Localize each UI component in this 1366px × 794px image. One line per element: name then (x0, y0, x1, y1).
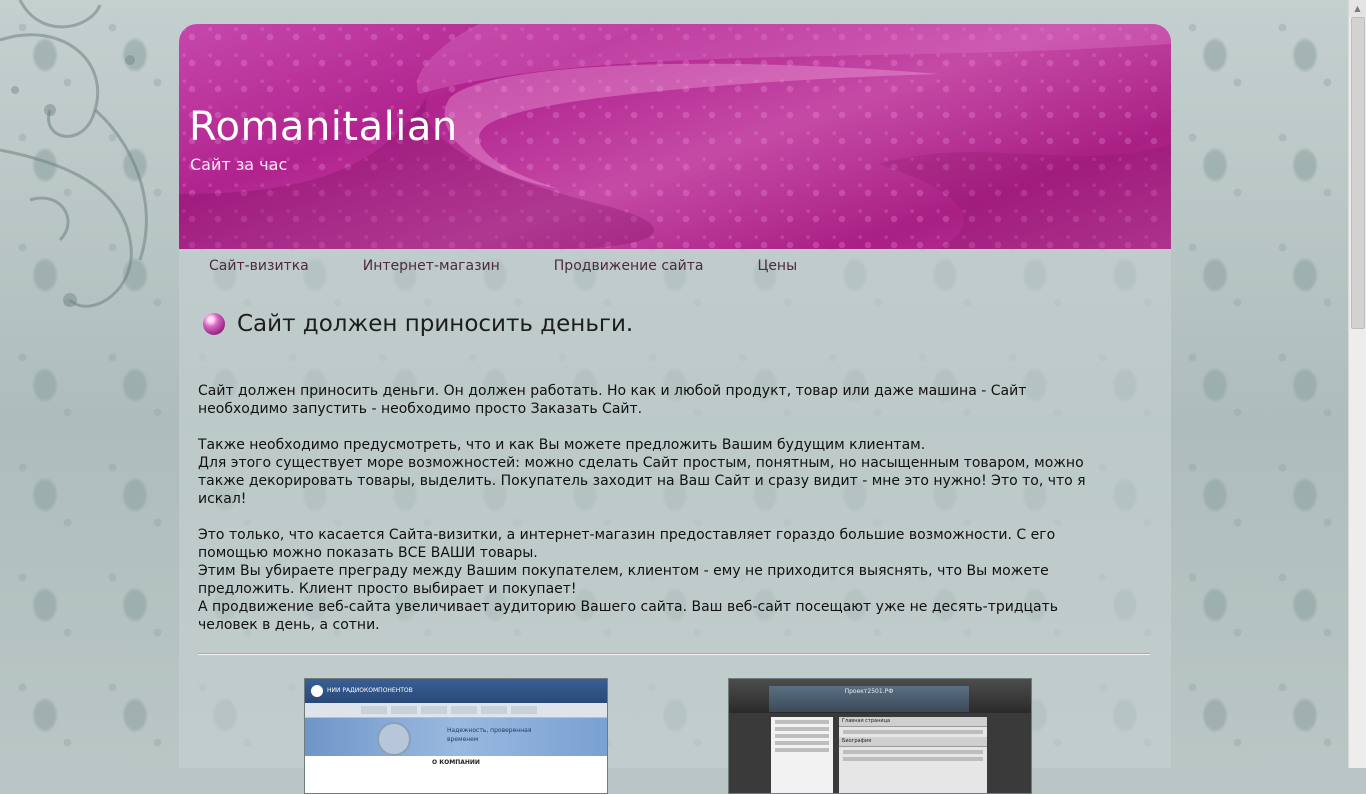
heading-row: Сайт должен приносить деньги. (198, 306, 1150, 342)
nav-item-prices[interactable]: Цены (757, 258, 797, 274)
thumb1-slogan: Надежность, проверенная временем (447, 727, 532, 743)
site-tagline: Сайт за час (190, 155, 288, 174)
site-header: Romanitalian Сайт за час (179, 24, 1171, 249)
scroll-thumb[interactable] (1351, 17, 1365, 329)
floral-swirl-decoration (0, 0, 148, 308)
article-line: Этим Вы убираете преграду между Вашим по… (198, 563, 1049, 579)
thumb2-bar-1: Главная страница (839, 717, 987, 727)
article-line: Сайт должен приносить деньги. Он должен … (198, 383, 1027, 399)
pink-orb-icon (203, 313, 225, 335)
article-line: Также необходимо предусмотреть, что и ка… (198, 437, 926, 453)
thumb2-header: Проект2501.РФ (729, 679, 1031, 713)
article-line: необходимо запустить - необходимо просто… (198, 401, 643, 417)
article-line: помощью можно показать ВСЕ ВАШИ товары. (198, 545, 538, 561)
article-line: А продвижение веб-сайта увеличивает ауди… (198, 599, 1059, 615)
article-line: предложить. Клиент просто выбирает и пок… (198, 581, 577, 597)
thumb1-banner: Надежность, проверенная временем (305, 718, 607, 756)
company-logo-icon (311, 685, 323, 697)
thumb2-header-text: Проект2501.РФ (769, 686, 969, 712)
thumb2-body: Главная страница Биография (729, 713, 1031, 793)
thumb2-main: Главная страница Биография (839, 717, 987, 793)
portfolio-thumbnail-2[interactable]: Проект2501.РФ Главная страница Биография (728, 678, 1032, 794)
main-nav: Сайт-визитка Интернет-магазин Продвижени… (179, 249, 1171, 283)
thumb1-header-text: НИИ РАДИОКОМПОНЕНТОВ (327, 687, 413, 694)
article-line: Это только, что касается Сайта-визитки, … (198, 527, 1056, 543)
article-content: Сайт должен приносить деньги. Сайт долже… (198, 306, 1150, 634)
thumb1-body: О КОМПАНИИ (305, 756, 607, 793)
scroll-up-arrow-icon[interactable]: ▲ (1349, 0, 1366, 17)
portfolio-thumbnail-1[interactable]: НИИ РАДИОКОМПОНЕНТОВ Надежность, провере… (304, 678, 608, 794)
content-divider (198, 653, 1150, 655)
article-line: также декорировать товары, выделить. Пок… (198, 473, 1086, 489)
article-line: искал! (198, 491, 247, 507)
nav-item-promotion[interactable]: Продвижение сайта (554, 258, 704, 274)
article-line: человек в день, а сотни. (198, 617, 380, 633)
article-body: Сайт должен приносить деньги. Он должен … (198, 382, 1138, 634)
article-line: Для этого существует море возможностей: … (198, 455, 1084, 471)
thumb2-sidebar (771, 717, 833, 793)
component-disk-icon (377, 722, 411, 756)
thumb1-header: НИИ РАДИОКОМПОНЕНТОВ (305, 679, 607, 703)
site-title: Romanitalian (189, 104, 458, 150)
nav-item-online-store[interactable]: Интернет-магазин (363, 258, 500, 274)
thumb2-bar-2: Биография (839, 737, 987, 747)
vertical-scrollbar[interactable]: ▲ (1348, 0, 1366, 768)
main-container: Romanitalian Сайт за час Сайт-визитка Ин… (179, 24, 1171, 794)
article-heading: Сайт должен приносить деньги. (237, 311, 634, 337)
thumb1-menu (305, 703, 607, 718)
nav-item-business-card[interactable]: Сайт-визитка (209, 258, 309, 274)
